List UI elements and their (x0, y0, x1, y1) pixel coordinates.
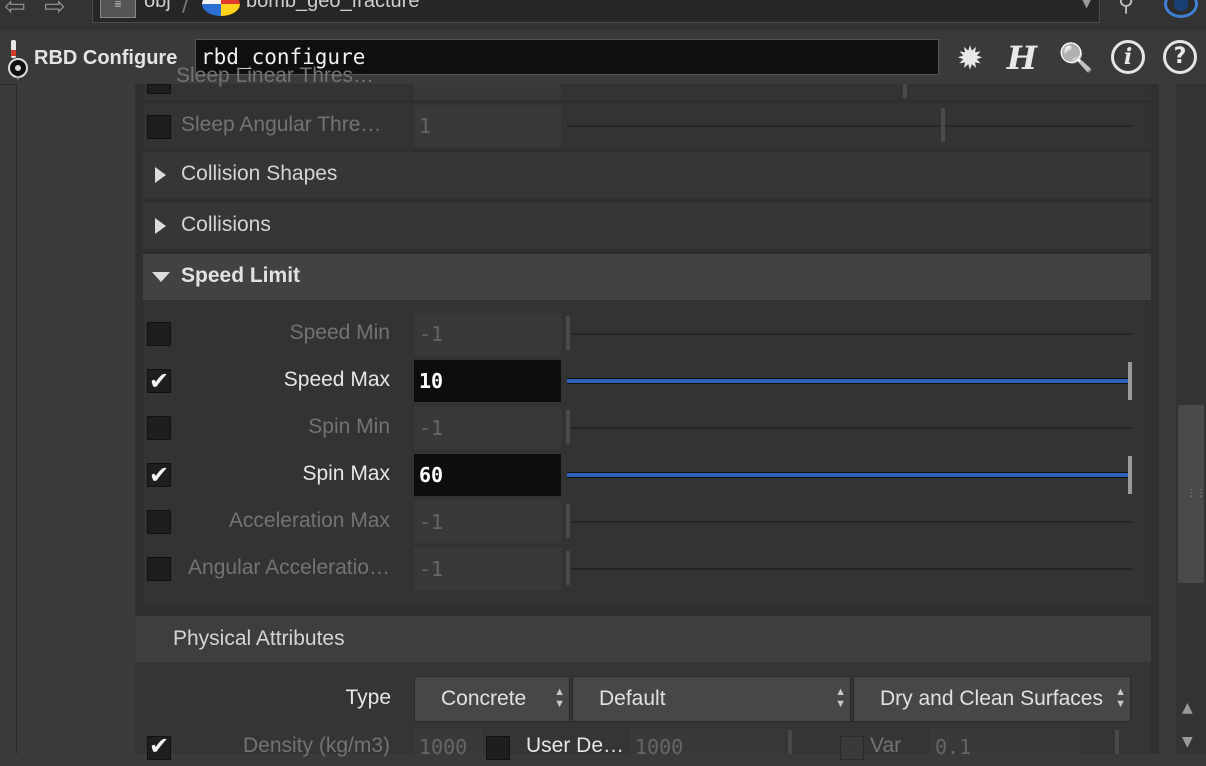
check-icon[interactable]: ✔ (147, 369, 171, 393)
speed-min-field[interactable]: -1 (414, 313, 561, 355)
angular-acceleration-label: Angular Acceleratio… (188, 556, 390, 579)
folder-speed-limit-label[interactable]: Speed Limit (181, 264, 300, 288)
scroll-down-icon[interactable]: ▼ (1182, 734, 1193, 750)
surface-dropdown-value: Dry and Clean Surfaces (880, 687, 1103, 710)
node-type-label: RBD Configure (34, 47, 178, 69)
spin-min-label: Spin Min (308, 415, 390, 438)
forward-arrow-icon[interactable]: ⇨ (44, 0, 66, 20)
speed-max-slider[interactable] (567, 378, 1130, 384)
path-separator: / (182, 0, 190, 17)
physical-attributes-title[interactable]: Physical Attributes (173, 627, 345, 651)
var-label: Var (870, 734, 902, 757)
back-arrow-icon[interactable]: ⇦ (4, 0, 26, 20)
spin-min-checkbox[interactable] (147, 416, 171, 440)
sleep-angular-slider[interactable] (567, 125, 1133, 127)
sleep-angular-checkbox[interactable] (147, 115, 171, 139)
check-icon[interactable]: ✔ (147, 463, 171, 487)
sleep-angular-field[interactable]: 1 (414, 105, 561, 147)
angular-acceleration-slider[interactable] (567, 568, 1133, 570)
sleep-linear-slider-handle[interactable] (903, 84, 907, 98)
type-dropdown-value: Concrete (441, 687, 527, 710)
preset-dropdown-value: Default (599, 687, 666, 710)
scroll-up-icon[interactable]: ▲ (1182, 700, 1193, 716)
type-dropdown[interactable]: Concrete ▲ ▼ (414, 676, 570, 722)
spin-min-field[interactable]: -1 (414, 407, 561, 449)
dropdown-arrows-icon: ▲ ▼ (835, 686, 846, 710)
acceleration-max-checkbox[interactable] (147, 510, 171, 534)
spin-min-slider-handle[interactable] (566, 410, 570, 444)
panel-border (1159, 84, 1176, 754)
spin-max-field[interactable]: 60 (414, 454, 561, 496)
angular-acceleration-checkbox[interactable] (147, 557, 171, 581)
var-checkbox[interactable] (840, 736, 864, 760)
triangle-right-icon[interactable] (155, 218, 166, 234)
pin-icon[interactable]: ⚲ (1118, 0, 1134, 17)
rbd-node-icon (8, 40, 28, 80)
spin-max-slider-handle[interactable] (1128, 456, 1132, 494)
var-slider-handle[interactable] (1115, 730, 1119, 754)
houdini-h-icon[interactable]: H (1000, 36, 1044, 80)
speed-min-slider-handle[interactable] (566, 316, 570, 350)
speed-min-checkbox[interactable] (147, 322, 171, 346)
triangle-right-icon[interactable] (155, 167, 166, 183)
sleep-linear-label: Sleep Linear Thres… (176, 64, 375, 87)
angular-acceleration-field[interactable]: -1 (414, 548, 561, 590)
speed-min-label: Speed Min (289, 321, 390, 344)
dropdown-arrows-icon: ▲ ▼ (554, 686, 565, 710)
user-density-checkbox[interactable] (486, 736, 510, 760)
info-icon[interactable]: i (1111, 40, 1145, 74)
user-density-slider-handle[interactable] (788, 730, 792, 754)
left-gutter (16, 84, 136, 754)
check-icon[interactable]: ✔ (147, 734, 171, 758)
help-icon[interactable]: ? (1163, 40, 1197, 74)
speed-max-field[interactable]: 10 (414, 360, 561, 402)
speed-max-label: Speed Max (283, 368, 390, 391)
density-field[interactable]: 1000 (414, 728, 482, 759)
folder-collisions[interactable] (143, 203, 1151, 249)
angular-acceleration-slider-handle[interactable] (566, 551, 570, 585)
chevron-down-icon[interactable]: ▼ (1082, 0, 1091, 10)
network-icon[interactable]: ≣ (100, 0, 136, 18)
speed-max-slider-handle[interactable] (1128, 362, 1132, 400)
spin-max-slider[interactable] (567, 472, 1130, 478)
preset-dropdown[interactable]: Default ▲ ▼ (572, 676, 851, 722)
speed-min-slider[interactable] (567, 333, 1133, 335)
folder-collisions-label[interactable]: Collisions (181, 213, 271, 237)
density-label: Density (kg/m3) (242, 734, 390, 757)
user-density-label: User De… (526, 734, 625, 757)
acceleration-max-label: Acceleration Max (228, 509, 390, 532)
grip-icon: ⋮⋮ (1186, 488, 1206, 499)
var-field[interactable]: 0.1 (930, 728, 1080, 759)
dropdown-arrows-icon: ▲ ▼ (1115, 686, 1126, 710)
acceleration-max-slider-handle[interactable] (566, 504, 570, 538)
search-icon[interactable]: 🔍 (1054, 36, 1098, 80)
sleep-angular-label: Sleep Angular Thre… (181, 113, 382, 136)
acceleration-max-field[interactable]: -1 (414, 501, 561, 543)
acceleration-max-slider[interactable] (567, 521, 1133, 523)
path-crumb-node[interactable]: bomb_geo_fracture (246, 0, 419, 13)
type-label: Type (345, 686, 391, 709)
sleep-angular-slider-handle[interactable] (941, 108, 945, 142)
sleep-linear-field[interactable] (414, 84, 561, 100)
path-crumb-obj[interactable]: obj (144, 0, 171, 13)
folder-collision-shapes-label[interactable]: Collision Shapes (181, 162, 337, 186)
path-field[interactable] (92, 0, 1100, 23)
spin-max-label: Spin Max (302, 462, 390, 485)
gear-icon[interactable]: ✹ (948, 36, 992, 80)
surface-dropdown[interactable]: Dry and Clean Surfaces ▲ ▼ (853, 676, 1131, 722)
sleep-linear-checkbox[interactable] (147, 84, 171, 94)
user-density-field[interactable]: 1000 (630, 728, 785, 759)
triangle-down-icon[interactable] (152, 272, 170, 282)
spin-min-slider[interactable] (567, 427, 1133, 429)
